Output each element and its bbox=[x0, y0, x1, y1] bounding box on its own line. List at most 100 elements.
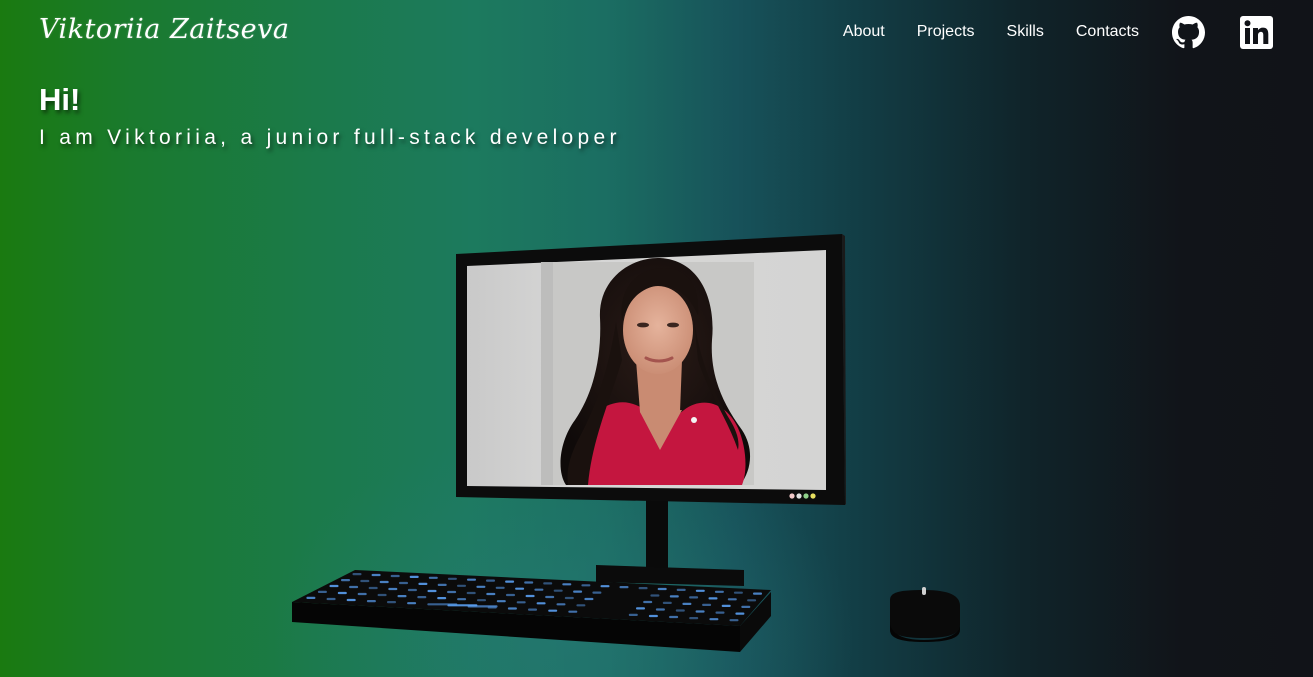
keyboard-key bbox=[721, 604, 731, 607]
nav-projects[interactable]: Projects bbox=[917, 23, 975, 41]
keyboard-key bbox=[619, 586, 629, 589]
keyboard-key bbox=[437, 583, 447, 586]
keyboard-key bbox=[486, 579, 495, 582]
keyboard-key bbox=[417, 596, 427, 599]
keyboard-key bbox=[695, 589, 705, 592]
keyboard-key bbox=[669, 595, 679, 598]
keyboard-key bbox=[457, 598, 467, 601]
keyboard-key bbox=[636, 607, 645, 610]
keyboard-key bbox=[682, 602, 692, 605]
keyboard-key bbox=[366, 600, 376, 603]
keyboard-key bbox=[457, 584, 466, 587]
keyboard-key bbox=[695, 610, 705, 613]
keyboard-key bbox=[377, 593, 387, 597]
keyboard-key bbox=[702, 603, 712, 606]
keyboard-key bbox=[650, 594, 660, 597]
keyboard-key bbox=[543, 582, 553, 585]
nav-about[interactable]: About bbox=[843, 23, 885, 41]
keyboard-key bbox=[562, 583, 572, 586]
keyboard-key bbox=[437, 597, 447, 600]
monitor bbox=[456, 234, 846, 586]
keyboard-key bbox=[357, 592, 367, 596]
mouse bbox=[890, 587, 960, 642]
keyboard-key bbox=[556, 603, 566, 606]
top-nav: Viktoriia Zaitseva About Projects Skills… bbox=[0, 0, 1313, 68]
keyboard-key bbox=[568, 610, 578, 613]
keyboard-key bbox=[534, 588, 544, 591]
keyboard-key bbox=[648, 614, 658, 618]
keyboard-key bbox=[708, 597, 718, 600]
keyboard-key bbox=[655, 608, 665, 611]
keyboard-key bbox=[496, 600, 506, 603]
keyboard-key bbox=[506, 593, 515, 597]
keyboard-key bbox=[528, 608, 537, 611]
keyboard-key bbox=[584, 597, 594, 601]
keyboard-key bbox=[476, 585, 486, 588]
nav-contacts[interactable]: Contacts bbox=[1076, 23, 1139, 41]
keyboard-key bbox=[628, 613, 638, 616]
keyboard-key bbox=[747, 599, 757, 602]
keyboard-key bbox=[346, 598, 356, 602]
keyboard-key bbox=[709, 618, 719, 621]
hero: Hi! I am Viktoriia, a junior full-stack … bbox=[39, 82, 621, 150]
keyboard-key bbox=[545, 595, 555, 599]
keyboard-key bbox=[525, 594, 535, 598]
keyboard-key bbox=[360, 579, 370, 583]
keyboard-key bbox=[371, 573, 381, 577]
hero-subtitle: I am Viktoriia, a junior full-stack deve… bbox=[39, 126, 621, 149]
profile-photo bbox=[541, 257, 754, 485]
keyboard-key bbox=[675, 609, 685, 612]
keyboard-key bbox=[407, 602, 417, 605]
keyboard-key bbox=[397, 595, 407, 598]
keyboard-key bbox=[486, 592, 496, 596]
hero-greeting: Hi! bbox=[39, 82, 81, 117]
keyboard-key bbox=[368, 586, 378, 590]
keyboard-key bbox=[317, 590, 327, 593]
keyboard-key bbox=[576, 604, 586, 607]
keyboard-key bbox=[516, 601, 526, 604]
keyboard-key bbox=[676, 588, 686, 591]
keyboard-key bbox=[553, 589, 563, 592]
keyboard-key bbox=[657, 587, 667, 591]
keyboard-key bbox=[715, 611, 725, 614]
keyboard-key bbox=[467, 578, 476, 581]
keyboard-key bbox=[337, 591, 347, 595]
keyboard-key bbox=[505, 580, 515, 583]
keyboard-key bbox=[600, 585, 610, 588]
keyboard-key bbox=[714, 590, 724, 593]
keyboard-key bbox=[352, 573, 362, 576]
keyboard-key bbox=[326, 597, 336, 601]
site-logo[interactable]: Viktoriia Zaitseva bbox=[39, 14, 290, 45]
keyboard-key bbox=[387, 601, 396, 604]
keyboard-key bbox=[689, 617, 699, 620]
keyboard-key bbox=[349, 585, 359, 589]
keyboard-key bbox=[689, 596, 699, 599]
keyboard-key bbox=[515, 587, 525, 590]
keyboard-key bbox=[581, 584, 591, 587]
keyboard-key bbox=[548, 609, 558, 612]
keyboard-key bbox=[407, 588, 417, 592]
keyboard-key bbox=[733, 591, 743, 594]
keyboard-key bbox=[643, 600, 653, 604]
keyboard-key bbox=[409, 575, 419, 578]
keyboard-key bbox=[536, 602, 546, 605]
keyboard-key bbox=[379, 580, 389, 584]
keyboard-key bbox=[507, 607, 517, 610]
keyboard-key bbox=[390, 574, 400, 578]
monitor-stand-neck bbox=[646, 498, 668, 568]
keyboard-key bbox=[427, 589, 437, 593]
linkedin-icon[interactable] bbox=[1239, 15, 1273, 49]
keyboard-key bbox=[447, 577, 457, 580]
keyboard-key bbox=[727, 598, 737, 601]
keyboard-key bbox=[662, 601, 672, 604]
keyboard-key bbox=[418, 582, 428, 585]
keyboard-key bbox=[447, 590, 457, 594]
nav-skills[interactable]: Skills bbox=[1007, 23, 1044, 41]
keyboard-key bbox=[306, 596, 316, 599]
keyboard-key bbox=[524, 581, 534, 584]
keyboard-key bbox=[669, 615, 679, 619]
keyboard-key bbox=[428, 576, 438, 579]
keyboard-key bbox=[466, 591, 476, 595]
github-icon[interactable] bbox=[1171, 15, 1205, 49]
keyboard-key bbox=[329, 584, 339, 588]
